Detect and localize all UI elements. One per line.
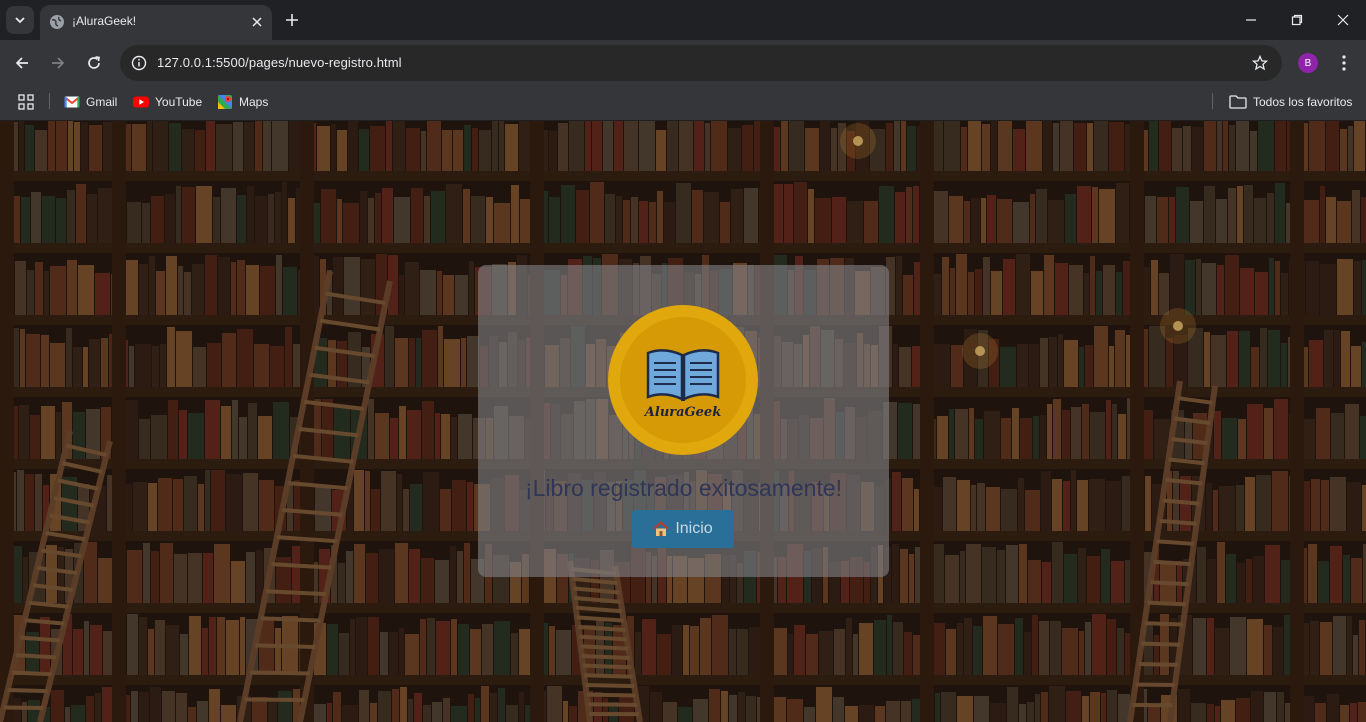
reload-icon [88, 56, 100, 69]
folder-icon [1229, 95, 1247, 109]
bookmark-label: Maps [239, 95, 269, 109]
active-tab[interactable]: ¡AluraGeek! [40, 5, 272, 40]
bookmarks-divider [49, 93, 50, 109]
apps-grid-icon[interactable] [17, 93, 35, 111]
bookmark-youtube[interactable]: YouTube [133, 92, 202, 112]
reload-button[interactable] [80, 49, 108, 77]
house-icon [653, 521, 669, 536]
browser-menu-button[interactable] [1332, 51, 1356, 75]
arrow-left-icon [15, 57, 28, 69]
site-info-button[interactable] [127, 51, 151, 75]
globe-icon [50, 15, 64, 29]
home-button[interactable]: Inicio [632, 510, 734, 548]
minimize-button[interactable] [1228, 6, 1274, 34]
bookmarks-divider [1212, 93, 1213, 109]
youtube-icon [133, 96, 149, 108]
profile-avatar[interactable]: B [1298, 53, 1318, 73]
open-book-icon [646, 349, 720, 401]
bookmark-label: Gmail [86, 95, 118, 109]
bookmark-gmail[interactable]: Gmail [64, 92, 117, 112]
minimize-icon [1246, 19, 1256, 21]
logo-text: AluraGeek [644, 405, 722, 420]
home-button-label: Inicio [675, 520, 713, 537]
star-icon [1252, 55, 1268, 71]
maps-icon [218, 95, 232, 109]
plus-icon [286, 14, 298, 26]
address-bar[interactable]: 127.0.0.1:5500/pages/nuevo-registro.html [120, 45, 1282, 81]
bookmark-star-button[interactable] [1250, 53, 1270, 73]
back-button[interactable] [8, 49, 36, 77]
success-card: AluraGeek ¡Libro registrado exitosamente… [478, 265, 889, 577]
more-vertical-icon [1342, 55, 1346, 71]
bookmark-label: YouTube [155, 95, 203, 109]
tab-search-button[interactable] [6, 6, 34, 34]
gmail-icon [64, 96, 80, 108]
info-icon [131, 55, 147, 71]
close-window-button[interactable] [1320, 6, 1366, 34]
all-bookmarks-label: Todos los favoritos [1253, 95, 1353, 109]
logo: AluraGeek [608, 305, 758, 455]
close-icon [252, 17, 262, 27]
bookmark-maps[interactable]: Maps [217, 92, 268, 112]
tab-strip: ¡AluraGeek! [0, 0, 1366, 40]
close-icon [1337, 14, 1349, 26]
chevron-down-icon [15, 17, 25, 24]
tab-title: ¡AluraGeek! [72, 14, 137, 28]
forward-button[interactable] [44, 49, 72, 77]
browser-toolbar: 127.0.0.1:5500/pages/nuevo-registro.html… [0, 40, 1366, 86]
page-viewport: AluraGeek ¡Libro registrado exitosamente… [0, 121, 1366, 722]
bookmarks-bar: Gmail YouTube Maps Todos los favoritos [0, 86, 1366, 121]
new-tab-button[interactable] [280, 8, 304, 32]
url-text[interactable]: 127.0.0.1:5500/pages/nuevo-registro.html [157, 55, 402, 70]
all-bookmarks-folder[interactable]: Todos los favoritos [1229, 92, 1352, 112]
arrow-right-icon [52, 57, 65, 69]
restore-icon [1291, 14, 1303, 26]
restore-button[interactable] [1274, 6, 1320, 34]
success-message: ¡Libro registrado exitosamente! [524, 475, 843, 501]
close-tab-button[interactable] [247, 12, 267, 32]
